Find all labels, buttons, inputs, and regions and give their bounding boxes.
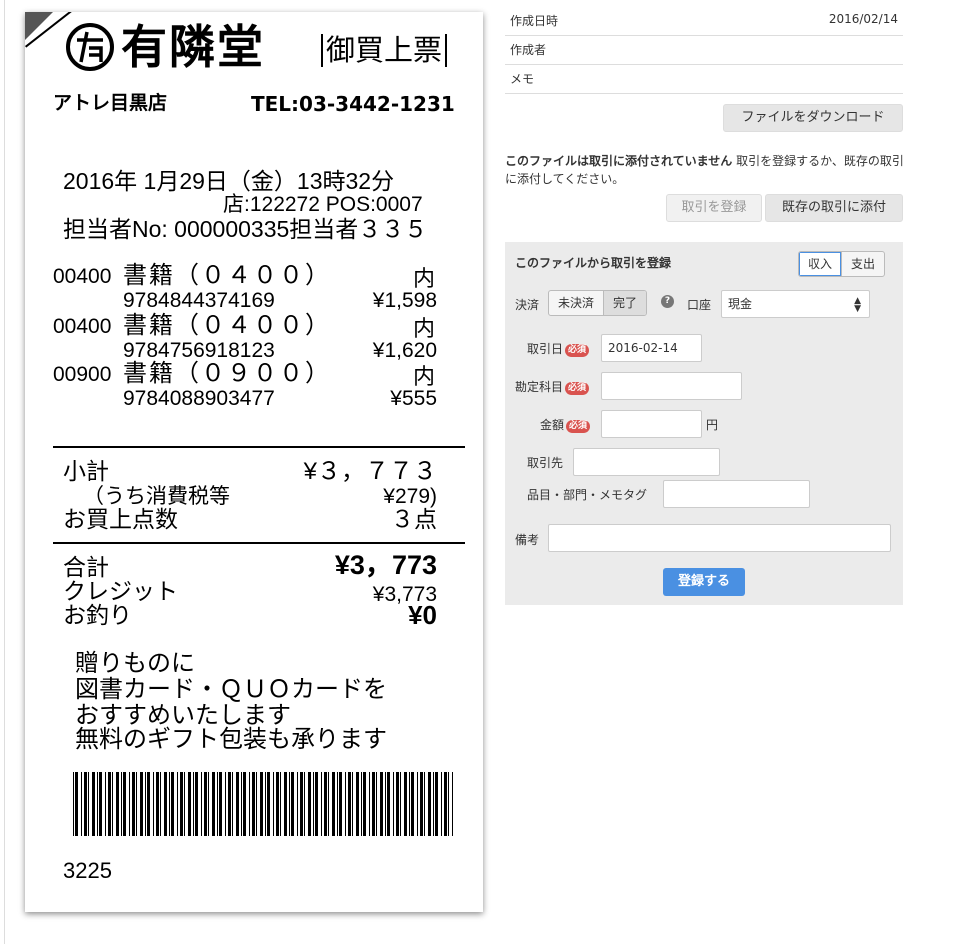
account-value: 現金 [728,297,753,311]
select-arrows-icon: ▲ ▼ [854,296,861,314]
amount-input[interactable] [601,410,702,438]
submit-button[interactable]: 登録する [663,568,745,596]
subtotal-label: 小計 [63,458,109,484]
receipt-type: 御買上票 [321,34,448,67]
tax-value: ¥279) [383,485,437,508]
item-tax: 内 [413,266,436,291]
item-code: 00400 [53,315,112,338]
staff-number: 担当者No: 000000335担当者３３５ [63,216,428,242]
income-tab[interactable]: 収入 [799,252,842,276]
partner-label: 取引先 [527,456,564,470]
amount-label: 金額 必須 [540,416,591,433]
total-value: ¥3，773 [334,550,437,580]
remarks-label: 備考 [515,533,540,547]
subtotal-value: ¥３，７７３ [303,458,437,485]
branch-name: アトレ目黒店 [53,92,168,114]
required-badge: 必須 [565,382,590,395]
message-line: おすすめいたします [75,702,291,729]
remarks-input[interactable] [548,524,891,552]
meta-row-memo[interactable]: メモ [505,64,903,94]
item-name: 書籍（０４００） [123,312,331,339]
item-name: 書籍（０４００） [123,262,331,289]
store-name: 有隣堂 [121,20,265,74]
item-price: ¥1,620 [372,339,437,362]
store-pos: 店:122272 POS:0007 [223,193,423,216]
item-price: ¥555 [390,387,437,410]
tags-input[interactable] [663,480,810,508]
item-tax: 内 [413,364,436,389]
receipt-datetime: 2016年 1月29日（金）13時32分 [63,168,395,194]
item-code: 00400 [53,265,112,288]
settle-label: 決済 [515,298,540,312]
income-expense-toggle: 収入 支出 [798,251,886,277]
register-form-panel: このファイルから取引を登録 収入 支出 決済 未決済 完了 ? 口座 現金 ▲ ▼… [505,242,903,605]
attach-existing-button[interactable]: 既存の取引に添付 [765,194,903,222]
date-input[interactable]: 2016-02-14 [601,334,702,362]
unsettled-option[interactable]: 未決済 [549,291,603,315]
attach-notice-bold: このファイルは取引に添付されていません [505,154,733,168]
credit-label: クレジット [63,578,178,604]
item-isbn: 9784088903477 [123,387,275,410]
item-name: 書籍（０９００） [123,360,331,387]
receipt-divider [53,446,465,448]
expense-tab[interactable]: 支出 [841,252,884,276]
required-badge: 必須 [565,344,590,357]
register-transaction-button[interactable]: 取引を登録 [666,194,762,222]
message-line: 贈りものに [75,650,195,677]
store-tel: TEL:03-3442-1231 [251,92,455,116]
tax-label: （うち消費税等 [83,485,230,508]
settle-toggle: 未決済 完了 [548,290,648,316]
account-select[interactable]: 現金 ▲ ▼ [721,290,870,318]
account-label: 口座 [687,298,712,312]
meta-row-created: 作成日時 2016/02/14 [505,6,903,36]
item-tax: 内 [413,316,436,341]
date-label: 取引日 必須 [527,340,590,357]
receipt-image: 有隣堂 御買上票 アトレ目黒店 TEL:03-3442-1231 2016年 1… [25,12,483,912]
attach-notice: このファイルは取引に添付されていません 取引を登録するか、既存の取引に添付してく… [505,152,905,188]
created-label: 作成日時 [510,14,559,28]
created-value: 2016/02/14 [828,12,898,26]
barcode [73,772,453,836]
change-value: ¥0 [408,600,437,630]
partner-input[interactable] [573,448,720,476]
count-label: お買上点数 [63,506,178,532]
message-line: 図書カード・ＱＵＯカードを [75,676,387,703]
download-file-button[interactable]: ファイルをダウンロード [723,104,903,132]
meta-row-author: 作成者 [505,35,903,65]
memo-label: メモ [510,72,535,86]
tags-label: 品目・部門・メモタグ [527,488,648,502]
required-badge: 必須 [566,420,591,433]
item-isbn: 9784844374169 [123,289,275,312]
item-code: 00900 [53,363,112,386]
item-price: ¥1,598 [372,289,437,312]
item-isbn: 9784756918123 [123,339,275,362]
help-icon[interactable]: ? [661,295,674,308]
left-border [4,0,5,944]
settled-option[interactable]: 完了 [603,291,647,315]
category-input[interactable] [601,372,742,400]
category-label: 勘定科目 必須 [515,378,590,395]
store-logo-icon [66,23,114,71]
form-title: このファイルから取引を登録 [515,256,672,270]
change-label: お釣り [63,602,132,628]
total-label: 合計 [63,554,109,580]
message-line: 無料のギフト包装も承ります [75,726,387,753]
author-label: 作成者 [510,43,547,57]
barcode-number: 3225 [63,858,112,883]
yen-unit: 円 [706,418,719,432]
receipt-divider [53,542,465,544]
count-value: ３点 [391,506,437,532]
